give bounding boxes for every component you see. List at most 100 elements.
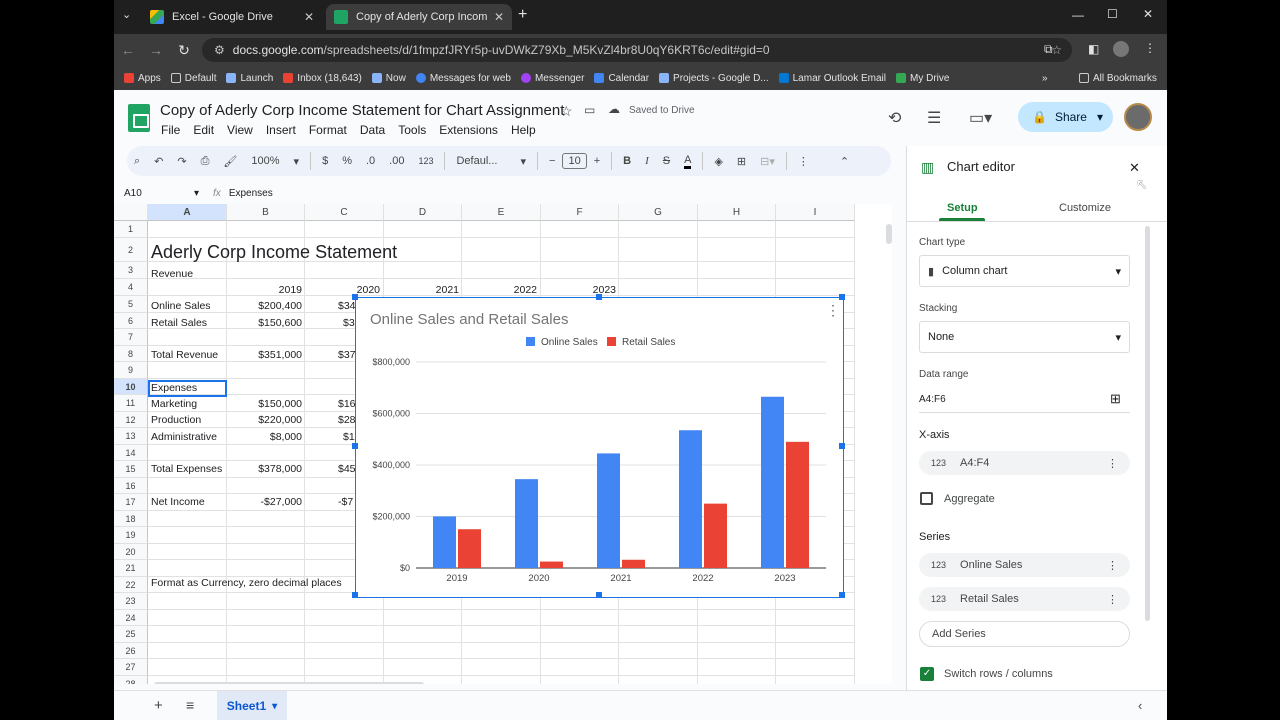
cell-year[interactable]: 2022 — [462, 284, 537, 296]
cell-year[interactable]: 2023 — [541, 284, 616, 296]
aggregate-checkbox[interactable] — [920, 492, 933, 505]
bookmark-messages[interactable]: Messages for web — [415, 73, 511, 84]
font-size-increase-icon[interactable]: + — [594, 155, 600, 167]
zoom-select[interactable]: 100% — [251, 155, 279, 167]
name-box[interactable]: A10 — [114, 188, 194, 199]
reload-icon[interactable]: ↻ — [170, 42, 198, 59]
bar-retail[interactable] — [704, 503, 727, 568]
xaxis-chip[interactable]: 123 A4:F4 ⋮ — [919, 451, 1130, 475]
bar-online[interactable] — [433, 516, 456, 568]
currency-button[interactable]: $ — [322, 155, 328, 167]
more-icon[interactable]: ⋮ — [798, 155, 809, 168]
bar-online[interactable] — [515, 479, 538, 568]
sheet-tab[interactable]: Sheet1 ▾ — [217, 691, 287, 720]
menu-help[interactable]: Help — [511, 123, 536, 137]
chart-menu-icon[interactable]: ⋮ — [826, 302, 840, 319]
search-icon[interactable]: ⌕ — [134, 155, 140, 168]
bookmark-projects[interactable]: Projects - Google D... — [659, 73, 769, 84]
add-series-button[interactable]: Add Series — [919, 621, 1130, 647]
add-sheet-icon[interactable]: + — [154, 697, 163, 714]
more-icon[interactable]: ⋮ — [1107, 593, 1118, 606]
cell-administrative[interactable]: Administrative — [151, 431, 217, 443]
borders-icon[interactable]: ⊞ — [737, 155, 746, 168]
chevron-down-icon[interactable]: ▾ — [1097, 110, 1103, 124]
row-header[interactable]: 24 — [114, 610, 148, 626]
resize-handle[interactable] — [839, 294, 845, 300]
forward-icon[interactable]: → — [142, 42, 170, 58]
resize-handle[interactable] — [352, 592, 358, 598]
switch-checkbox[interactable]: ✓ — [920, 667, 934, 681]
bookmark-messenger[interactable]: Messenger — [520, 73, 584, 84]
cell-value[interactable]: $1 — [343, 431, 355, 443]
font-select[interactable]: Defaul... — [456, 155, 506, 167]
cell-note[interactable]: Format as Currency, zero decimal places — [151, 577, 342, 589]
menu-insert[interactable]: Insert — [266, 123, 296, 137]
tab-sheet[interactable]: Copy of Aderly Corp Income St ✕ — [326, 4, 512, 30]
move-icon[interactable]: ▭ — [584, 103, 595, 117]
minimize-icon[interactable]: — — [1072, 8, 1084, 22]
bookmark-launch[interactable]: Launch — [226, 73, 273, 84]
menu-extensions[interactable]: Extensions — [439, 123, 498, 137]
series-chip-retail[interactable]: 123 Retail Sales ⋮ — [919, 587, 1130, 611]
bookmark-now[interactable]: Now — [371, 73, 406, 84]
resize-handle[interactable] — [596, 592, 602, 598]
row-header[interactable]: 1 — [114, 221, 148, 238]
row-header[interactable]: 26 — [114, 643, 148, 659]
cell-value[interactable]: -$27,000 — [227, 496, 302, 508]
star-icon[interactable]: ☆ — [560, 103, 573, 120]
menu-format[interactable]: Format — [309, 123, 347, 137]
increase-decimal-button[interactable]: .00 — [389, 155, 404, 167]
column-header-f[interactable]: F — [541, 204, 619, 221]
all-bookmarks[interactable]: All Bookmarks — [1079, 73, 1157, 84]
strikethrough-icon[interactable]: S — [663, 155, 670, 167]
close-icon[interactable]: ✕ — [494, 10, 504, 24]
row-header[interactable]: 8 — [114, 346, 148, 362]
menu-edit[interactable]: Edit — [193, 123, 214, 137]
maximize-icon[interactable]: ☐ — [1107, 7, 1118, 21]
column-header-i[interactable]: I — [776, 204, 855, 221]
vertical-scrollbar[interactable] — [886, 224, 892, 244]
profile-icon[interactable] — [1113, 41, 1129, 57]
row-header[interactable]: 4 — [114, 279, 148, 296]
embedded-chart[interactable]: Online Sales and Retail Sales Online Sal… — [352, 294, 845, 598]
cell-value[interactable]: $150,000 — [227, 398, 302, 410]
column-header-a[interactable]: A — [148, 204, 227, 221]
bar-retail[interactable] — [458, 529, 481, 568]
tab-search-icon[interactable]: ⌄ — [122, 8, 131, 21]
column-header-d[interactable]: D — [384, 204, 462, 221]
cell-total-expenses[interactable]: Total Expenses — [151, 463, 222, 475]
collapse-panel-icon[interactable]: ‹ — [1138, 698, 1142, 713]
row-header[interactable]: 25 — [114, 626, 148, 643]
row-header[interactable]: 10 — [114, 379, 148, 395]
sheet-title[interactable]: Aderly Corp Income Statement — [151, 242, 397, 263]
row-header[interactable]: 23 — [114, 593, 148, 610]
tab-customize[interactable]: Customize — [1059, 202, 1111, 214]
fill-color-icon[interactable]: ◈ — [714, 155, 722, 168]
font-size-input[interactable]: 10 — [562, 153, 587, 169]
decrease-decimal-button[interactable]: .0 — [366, 155, 375, 167]
bar-online[interactable] — [597, 453, 620, 568]
back-icon[interactable]: ← — [114, 42, 142, 58]
series-chip-online[interactable]: 123 Online Sales ⋮ — [919, 553, 1130, 577]
more-icon[interactable]: ⋮ — [1107, 457, 1118, 470]
row-header[interactable]: 12 — [114, 412, 148, 428]
cell-marketing[interactable]: Marketing — [151, 398, 197, 410]
bold-icon[interactable]: B — [623, 155, 631, 167]
cell-year[interactable]: 2019 — [227, 284, 302, 296]
print-icon[interactable]: ⎙ — [201, 155, 210, 168]
column-header-e[interactable]: E — [462, 204, 541, 221]
resize-handle[interactable] — [352, 294, 358, 300]
history-icon[interactable]: ⟲ — [888, 108, 901, 128]
number-format-button[interactable]: 123 — [418, 156, 433, 166]
chart-type-select[interactable]: ▮ Column chart ▾ — [919, 255, 1130, 287]
row-header[interactable]: 7 — [114, 329, 148, 346]
bar-retail[interactable] — [786, 441, 809, 568]
cell-value[interactable]: $220,000 — [227, 414, 302, 426]
redo-icon[interactable]: ↷ — [177, 155, 186, 168]
row-header[interactable]: 18 — [114, 511, 148, 527]
row-header[interactable]: 9 — [114, 362, 148, 379]
row-header[interactable]: 17 — [114, 494, 148, 511]
row-header[interactable]: 21 — [114, 560, 148, 577]
menu-icon[interactable]: ⋮ — [1144, 41, 1156, 55]
address-bar[interactable]: ⚙ docs.google.com /spreadsheets/d/1fmpzf… — [202, 38, 1072, 62]
